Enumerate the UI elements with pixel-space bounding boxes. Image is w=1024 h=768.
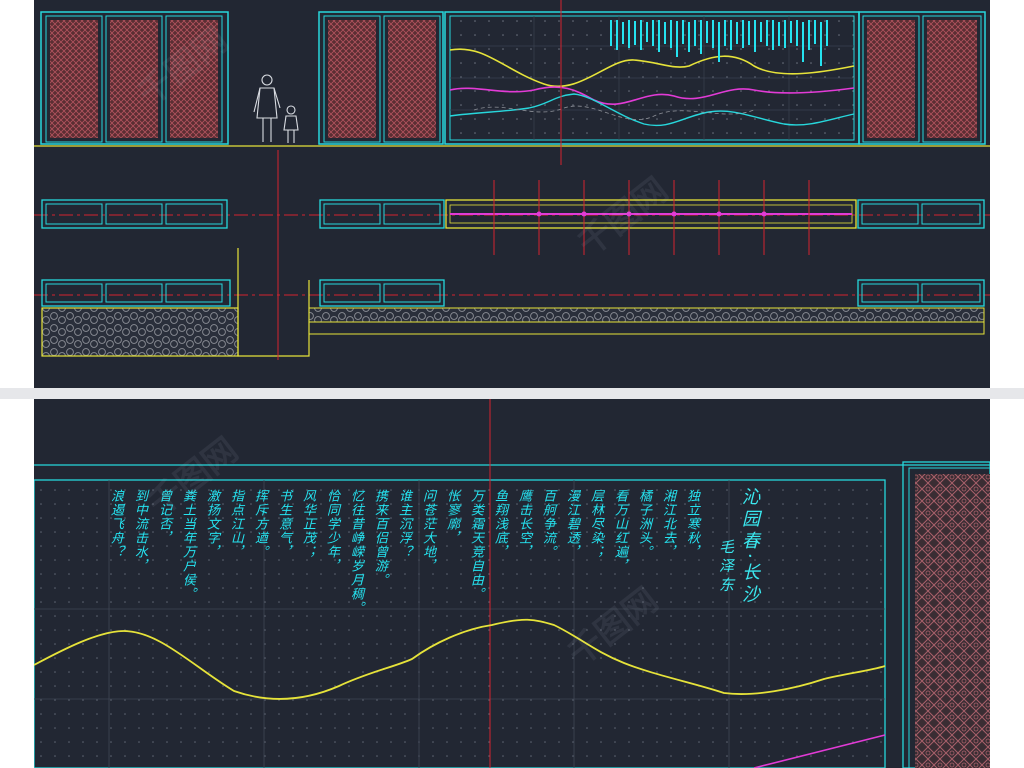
- lattice-screen-detail: [915, 474, 990, 768]
- poem-column: 携来百侣曾游。: [372, 489, 387, 587]
- poem-column: 忆往昔峥嵘岁月稠。: [348, 489, 363, 615]
- poem-column: 指点江山，: [228, 489, 243, 559]
- right-screen-group: [858, 11, 986, 145]
- human-figures-icon: [253, 74, 299, 143]
- poem-column: 独立寒秋，: [684, 489, 699, 559]
- poem-column: 激扬文字，: [204, 489, 219, 559]
- landscape-mural: [444, 11, 860, 145]
- poem-column: 百舸争流。: [540, 489, 555, 559]
- cad-drawing-bottom: [34, 399, 990, 768]
- poem-column: 鱼翔浅底，: [492, 489, 507, 559]
- poem-column: 漫江碧透，: [564, 489, 579, 559]
- poem-column: 恰同学少年，: [324, 489, 339, 573]
- poem-column: 曾记否，: [156, 489, 171, 545]
- panel-separator: [0, 388, 1024, 399]
- poem-column: 到中流击水，: [132, 489, 147, 573]
- poem-column: 书生意气，: [276, 489, 291, 559]
- poem-title: 沁园春·长沙: [739, 487, 760, 607]
- poem-column: 鹰击长空，: [516, 489, 531, 559]
- poem-column: 怅寥廓，: [444, 489, 459, 545]
- center-screen-group: [318, 11, 444, 145]
- poem-column: 层林尽染；: [588, 489, 603, 559]
- plan-strip-lower: [34, 150, 990, 360]
- poem-column: 看万山红遍，: [612, 489, 627, 573]
- poem-author: 毛泽东: [717, 539, 735, 596]
- poem-column: 问苍茫大地，: [420, 489, 435, 573]
- poem-column: 粪土当年万户侯。: [180, 489, 195, 601]
- poem-column: 谁主沉浮？: [396, 489, 411, 559]
- left-screen-group: [40, 11, 229, 145]
- cad-drawing-top: [34, 0, 990, 360]
- poem-column: 浪遏飞舟？: [108, 489, 123, 559]
- poem-column: 挥斥方遒。: [252, 489, 267, 559]
- plan-strip-upper: [34, 180, 990, 255]
- poem-column: 橘子洲头。: [636, 489, 651, 559]
- poem-column: 湘江北去，: [660, 489, 675, 559]
- poem-column: 万类霜天竞自由。: [468, 489, 483, 601]
- poem-column: 风华正茂；: [300, 489, 315, 559]
- cad-elevation-plan-panel: [34, 0, 990, 388]
- cad-calligraphy-detail-panel: 沁园春·长沙 毛泽东 独立寒秋， 湘江北去， 橘子洲头。 看万山红遍， 层林尽染； 漫江碧…: [34, 399, 990, 768]
